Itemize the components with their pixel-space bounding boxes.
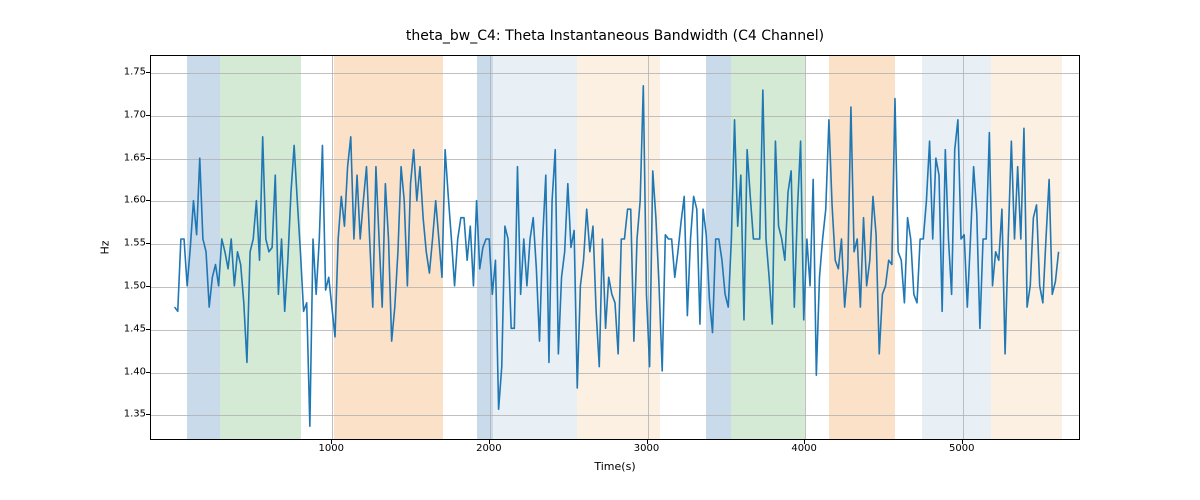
y-tick-label: 1.60 [120,195,146,206]
chart-title: theta_bw_C4: Theta Instantaneous Bandwid… [150,28,1080,44]
y-tick-label: 1.70 [120,109,146,120]
x-tick-label: 3000 [634,443,659,454]
line-path [175,86,1059,426]
y-tick-label: 1.40 [120,366,146,377]
y-tick-label: 1.45 [120,323,146,334]
x-axis-label: Time(s) [150,460,1080,473]
plot-area [150,55,1080,440]
y-tick-label: 1.50 [120,281,146,292]
y-tick-label: 1.65 [120,152,146,163]
y-tick-label: 1.75 [120,67,146,78]
y-axis-label: Hz [98,55,112,440]
x-tick-mark [331,440,332,444]
x-tick-label: 4000 [791,443,816,454]
x-tick-mark [962,440,963,444]
x-tick-label: 5000 [949,443,974,454]
x-tick-label: 2000 [476,443,501,454]
x-tick-mark [804,440,805,444]
x-tick-label: 1000 [319,443,344,454]
x-tick-mark [647,440,648,444]
x-tick-mark [489,440,490,444]
y-tick-label: 1.55 [120,238,146,249]
figure: theta_bw_C4: Theta Instantaneous Bandwid… [0,0,1200,500]
line-series [151,56,1079,439]
y-tick-label: 1.35 [120,409,146,420]
